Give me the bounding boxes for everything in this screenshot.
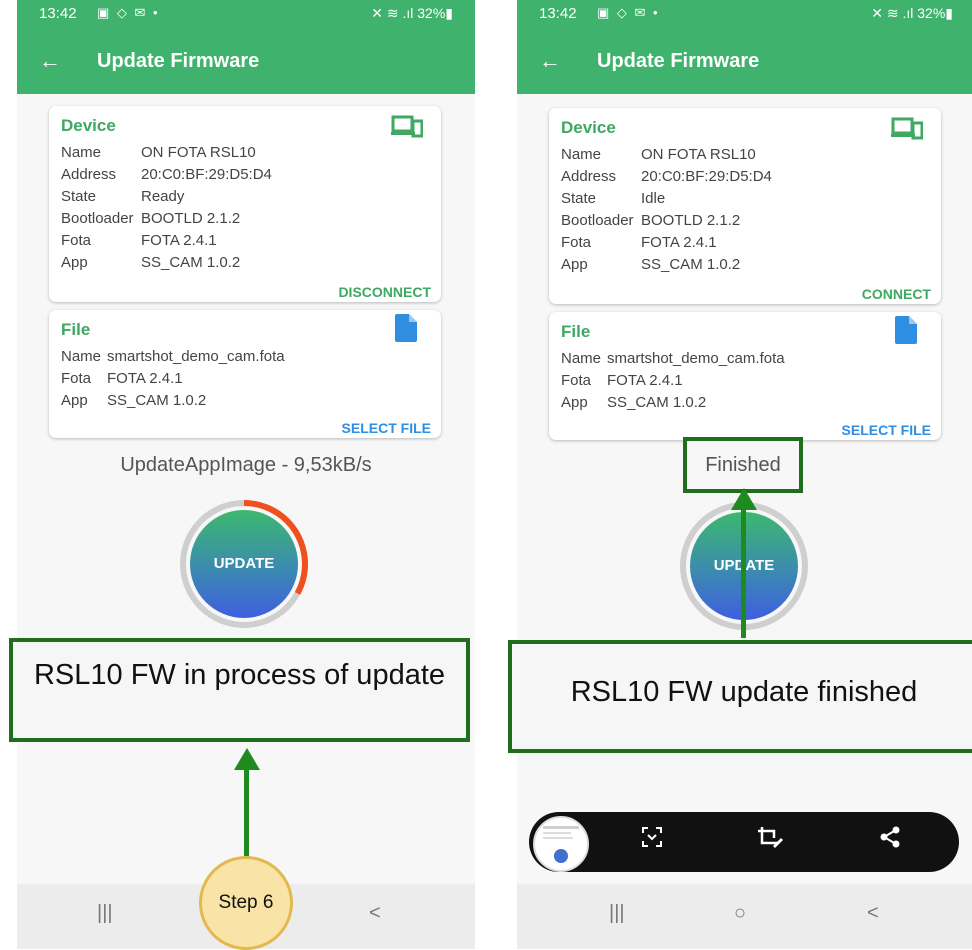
select-file-button[interactable]: SELECT FILE bbox=[842, 422, 931, 438]
device-row-address: Address 20:C0:BF:29:D5:D4 bbox=[561, 168, 772, 185]
screenshot-thumbnail[interactable] bbox=[533, 816, 589, 872]
home-nav-icon[interactable]: ○ bbox=[734, 902, 746, 925]
select-file-button[interactable]: SELECT FILE bbox=[342, 420, 431, 436]
back-arrow-icon[interactable]: ← bbox=[39, 48, 61, 74]
status-time: 13:42 bbox=[539, 5, 577, 22]
share-icon[interactable] bbox=[879, 826, 901, 854]
device-row-state: State Idle bbox=[561, 190, 666, 207]
scan-icon[interactable] bbox=[641, 826, 663, 854]
arrow-shaft bbox=[244, 766, 249, 858]
finished-status-text: Finished bbox=[683, 437, 803, 493]
device-card-title: Device bbox=[561, 118, 616, 137]
battery-signal-icons: ✕ ≋ .ıl 32%▮ bbox=[371, 5, 453, 21]
back-nav-icon[interactable]: < bbox=[369, 902, 381, 925]
recents-nav-icon[interactable]: ||| bbox=[97, 902, 113, 925]
screenshot-toolbar bbox=[529, 812, 959, 872]
device-row-app: App SS_CAM 1.0.2 bbox=[61, 254, 241, 271]
device-row-name: Name ON FOTA RSL10 bbox=[61, 144, 256, 161]
device-row-fota: Fota FOTA 2.4.1 bbox=[61, 232, 217, 249]
file-row-app: App SS_CAM 1.0.2 bbox=[61, 392, 207, 409]
file-row-name: Name smartshot_demo_cam.fota bbox=[61, 348, 285, 365]
status-bar: 13:42 ▣ ◇ ✉ • ✕ ≋ .ıl 32%▮ bbox=[17, 0, 475, 28]
update-button[interactable]: UPDATE bbox=[190, 510, 298, 618]
connect-button[interactable]: CONNECT bbox=[862, 286, 931, 302]
arrow-shaft bbox=[741, 508, 746, 638]
file-card: File Name smartshot_demo_cam.fota Fota FOT… bbox=[549, 312, 941, 440]
battery-signal-icons: ✕ ≋ .ıl 32%▮ bbox=[871, 5, 953, 21]
file-card: File Name smartshot_demo_cam.fota Fota FOT… bbox=[49, 310, 441, 438]
system-nav-bar: ||| ○ < bbox=[517, 884, 972, 949]
device-row-bootloader: Bootloader BOOTLD 2.1.2 bbox=[61, 210, 241, 227]
device-icon bbox=[891, 116, 924, 145]
file-row-app: App SS_CAM 1.0.2 bbox=[561, 394, 707, 411]
file-row-fota: Fota FOTA 2.4.1 bbox=[561, 372, 683, 389]
disconnect-button[interactable]: DISCONNECT bbox=[338, 284, 431, 300]
device-icon bbox=[391, 114, 424, 143]
app-bar: ← Update Firmware bbox=[517, 28, 972, 94]
file-icon bbox=[895, 316, 917, 349]
callout-finished: RSL10 FW update finished bbox=[508, 640, 972, 753]
device-row-name: Name ON FOTA RSL10 bbox=[561, 146, 756, 163]
file-row-fota: Fota FOTA 2.4.1 bbox=[61, 370, 183, 387]
crop-edit-icon[interactable] bbox=[757, 826, 783, 856]
device-card: Device Name ON FOTA RSL10 Address 20:C0:BF… bbox=[549, 108, 941, 304]
callout-in-process: RSL10 FW in process of update bbox=[9, 638, 470, 742]
status-bar: 13:42 ▣ ◇ ✉ • ✕ ≋ .ıl 32%▮ bbox=[517, 0, 972, 28]
back-arrow-icon[interactable]: ← bbox=[539, 48, 561, 74]
update-speed-text: UpdateAppImage - 9,53kB/s bbox=[120, 454, 372, 476]
notification-icons: ▣ ◇ ✉ • bbox=[97, 5, 160, 20]
device-card-title: Device bbox=[61, 116, 116, 135]
status-time: 13:42 bbox=[39, 5, 77, 22]
app-bar: ← Update Firmware bbox=[17, 28, 475, 94]
arrow-up-icon bbox=[234, 748, 260, 770]
device-row-app: App SS_CAM 1.0.2 bbox=[561, 256, 741, 273]
page-title: Update Firmware bbox=[97, 50, 260, 72]
device-row-state: State Ready bbox=[61, 188, 185, 205]
file-card-title: File bbox=[561, 322, 591, 341]
file-icon bbox=[395, 314, 417, 347]
device-card: Device Name ON FOTA RSL10 Address 20:C0:BF… bbox=[49, 106, 441, 302]
arrow-up-icon bbox=[731, 488, 757, 510]
recents-nav-icon[interactable]: ||| bbox=[609, 902, 625, 925]
page-title: Update Firmware bbox=[597, 50, 760, 72]
device-row-bootloader: Bootloader BOOTLD 2.1.2 bbox=[561, 212, 741, 229]
notification-icons: ▣ ◇ ✉ • bbox=[597, 5, 660, 20]
device-row-address: Address 20:C0:BF:29:D5:D4 bbox=[61, 166, 272, 183]
back-nav-icon[interactable]: < bbox=[867, 902, 879, 925]
step-badge: Step 6 bbox=[199, 856, 293, 950]
device-row-fota: Fota FOTA 2.4.1 bbox=[561, 234, 717, 251]
file-card-title: File bbox=[61, 320, 91, 339]
file-row-name: Name smartshot_demo_cam.fota bbox=[561, 350, 785, 367]
